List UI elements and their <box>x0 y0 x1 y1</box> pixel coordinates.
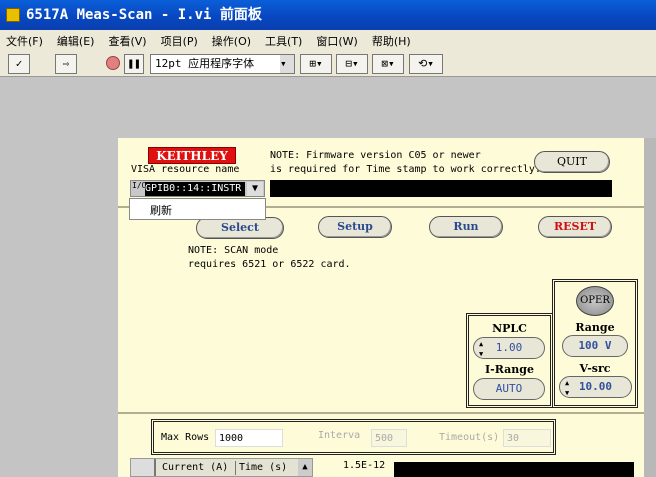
front-panel: KEITHLEY VISA resource name I/O GPIB0::1… <box>118 138 644 477</box>
divider <box>118 412 644 414</box>
abort-button[interactable] <box>103 54 123 74</box>
maxrows-input[interactable]: 1000 <box>215 429 283 447</box>
timeout-input[interactable]: 30 <box>503 429 551 447</box>
chevron-down-icon: ▾ <box>280 55 294 73</box>
irange-select[interactable]: AUTO <box>473 378 545 400</box>
visa-dropdown-menu: 刷新 <box>129 198 266 220</box>
menu-help[interactable]: 帮助(H) <box>372 33 411 49</box>
reorder-button[interactable]: ⟲▾ <box>409 54 443 74</box>
visa-label: VISA resource name <box>131 164 240 175</box>
visa-resource-control[interactable]: I/O GPIB0::14::INSTR ▼ <box>130 180 265 197</box>
quit-button[interactable]: QUIT <box>534 151 610 173</box>
scan-note-line: requires 6521 or 6522 card. <box>188 259 351 270</box>
menu-view[interactable]: 查看(V) <box>108 33 146 49</box>
menu-edit[interactable]: 编辑(E) <box>57 33 95 49</box>
menu-item-refresh[interactable]: 刷新 <box>150 204 172 217</box>
pause-button[interactable]: ❚❚ <box>124 54 144 74</box>
irange-label: I-Range <box>485 363 534 376</box>
scroll-up-icon[interactable]: ▲ <box>298 459 312 476</box>
setup-button[interactable]: Setup <box>318 216 392 238</box>
graph-y-tick: 1.5E-12 <box>343 460 386 471</box>
stepper-icon[interactable]: ▲ ▼ <box>479 339 483 359</box>
column-header-current: Current (A) <box>162 462 229 473</box>
data-table-header: Current (A) Time (s) ▲ <box>130 458 313 477</box>
interval-label: Interva <box>318 430 361 441</box>
range-select[interactable]: 100 V <box>562 335 628 357</box>
menu-project[interactable]: 项目(P) <box>161 33 198 49</box>
vsrc-input[interactable]: ▲ ▼ 10.00 <box>559 376 632 398</box>
stop-icon <box>106 56 120 70</box>
menu-operate[interactable]: 操作(O) <box>212 33 251 49</box>
maxrows-label: Max Rows <box>161 432 210 443</box>
nplc-label: NPLC <box>492 322 527 335</box>
run-continuous-button[interactable]: ⇨ <box>55 54 77 74</box>
run-panel-button[interactable]: Run <box>429 216 503 238</box>
vsrc-label: V-src <box>579 362 611 375</box>
status-indicator <box>270 180 612 197</box>
interval-input[interactable]: 500 <box>371 429 407 447</box>
select-button[interactable]: Select <box>196 217 284 239</box>
title-bar: 6517A Meas-Scan - I.vi 前面板 <box>0 0 656 30</box>
oper-button[interactable]: OPER <box>576 286 614 316</box>
run-button[interactable]: ✓ <box>8 54 30 74</box>
row-index-header <box>131 459 156 476</box>
nplc-value: 1.00 <box>495 341 523 354</box>
chevron-down-icon[interactable]: ▼ <box>247 182 263 196</box>
firmware-note: NOTE: Firmware version C05 or newer is re… <box>270 149 541 177</box>
resize-objects-button[interactable]: ⊠▾ <box>372 54 404 74</box>
font-select-value: 12pt 应用程序字体 <box>155 57 255 70</box>
source-settings-box: OPER Range 100 V V-src ▲ ▼ 10.00 <box>552 279 638 408</box>
menu-file[interactable]: 文件(F) <box>6 33 43 49</box>
toolbar: ✓ ⇨ ❚❚ 12pt 应用程序字体 ▾ ⊞▾ ⊟▾ ⊠▾ ⟲▾ <box>0 51 656 77</box>
vertical-scrollbar[interactable] <box>644 138 656 477</box>
range-label: Range <box>575 321 615 334</box>
column-header-time: Time (s) <box>235 461 287 475</box>
firmware-note-line: NOTE: Firmware version C05 or newer <box>270 150 481 161</box>
menu-window[interactable]: 窗口(W) <box>316 33 357 49</box>
measurement-settings-box: NPLC ▲ ▼ 1.00 I-Range AUTO <box>466 313 553 408</box>
reset-button[interactable]: RESET <box>538 216 612 238</box>
vsrc-value: 10.00 <box>578 380 613 393</box>
keithley-logo: KEITHLEY <box>148 147 236 164</box>
font-select[interactable]: 12pt 应用程序字体 ▾ <box>150 54 295 74</box>
nplc-input[interactable]: ▲ ▼ 1.00 <box>473 337 545 359</box>
scan-settings-box: Max Rows 1000 Interva 500 Timeout(s) 30 <box>151 419 556 455</box>
align-objects-button[interactable]: ⊞▾ <box>300 54 332 74</box>
scan-note: NOTE: SCAN mode requires 6521 or 6522 car… <box>188 244 351 272</box>
graph-plot-area <box>394 462 634 477</box>
labview-icon <box>6 8 20 22</box>
firmware-note-line: is required for Time stamp to work corre… <box>270 164 541 175</box>
distribute-objects-button[interactable]: ⊟▾ <box>336 54 368 74</box>
menu-bar: 文件(F) 编辑(E) 查看(V) 项目(P) 操作(O) 工具(T) 窗口(W… <box>0 30 656 51</box>
stepper-icon[interactable]: ▲ ▼ <box>565 378 569 398</box>
window-title: 6517A Meas-Scan - I.vi 前面板 <box>26 7 262 23</box>
visa-value: GPIB0::14::INSTR <box>145 182 245 196</box>
menu-tools[interactable]: 工具(T) <box>265 33 302 49</box>
scan-note-line: NOTE: SCAN mode <box>188 245 279 256</box>
timeout-label: Timeout(s) <box>439 432 500 443</box>
